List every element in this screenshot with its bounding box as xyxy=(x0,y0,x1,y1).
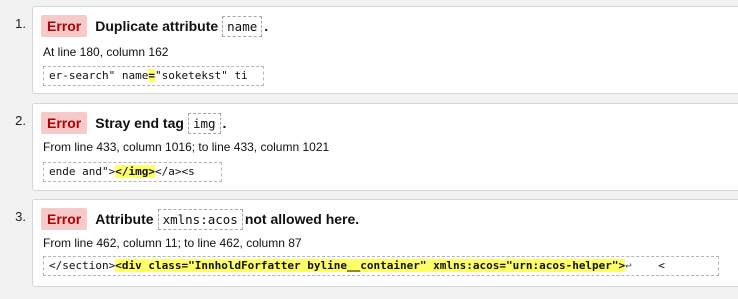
message-number: 2. xyxy=(15,113,26,128)
error-badge: Error xyxy=(41,15,88,37)
extract-highlight: = xyxy=(148,69,155,82)
tag-code: img xyxy=(187,112,221,134)
message-text: Stray end tag xyxy=(95,115,184,131)
extract-before: </section> xyxy=(49,259,116,272)
message-text: Attribute xyxy=(95,211,154,227)
extract-highlight: </img> xyxy=(115,165,155,178)
source-extract: ende and"></img></a><s xyxy=(43,162,222,182)
message-text-after: not allowed here. xyxy=(244,211,360,227)
validation-results-list: 1. Error Duplicate attribute name . At l… xyxy=(0,0,738,299)
extract-after: < xyxy=(631,259,665,272)
message-number: 3. xyxy=(15,209,26,224)
attribute-code: xmlns:acos xyxy=(157,208,243,230)
attribute-code: name xyxy=(222,15,263,37)
message-header: Error Stray end tag img . xyxy=(41,111,226,135)
message-location: At line 180, column 162 xyxy=(43,45,169,59)
message-location: From line 462, column 11; to line 462, c… xyxy=(43,236,302,250)
line-return-icon: ↩ xyxy=(625,259,632,272)
extract-after: "soketekst" ti xyxy=(154,69,248,82)
message-header: Error Duplicate attribute name . xyxy=(41,14,268,38)
error-message-card: Error Stray end tag img . From line 433,… xyxy=(32,103,738,191)
error-badge: Error xyxy=(41,112,88,134)
source-extract: </section><div class="InnholdForfatter b… xyxy=(43,256,719,276)
message-header: Error Attribute xmlns:acos not allowed h… xyxy=(41,207,359,231)
message-text-after: . xyxy=(222,115,227,131)
extract-highlight: <div class="InnholdForfatter byline__con… xyxy=(115,259,626,272)
extract-before: ende and"> xyxy=(49,165,116,178)
message-location: From line 433, column 1016; to line 433,… xyxy=(43,140,330,154)
extract-after: </a><s xyxy=(154,165,195,178)
error-badge: Error xyxy=(41,208,88,230)
extract-before: er-search" name xyxy=(49,69,149,82)
message-number: 1. xyxy=(15,16,26,31)
message-text: Duplicate attribute xyxy=(95,18,219,34)
message-text-after: . xyxy=(264,18,269,34)
source-extract: er-search" name="soketekst" ti xyxy=(43,66,264,86)
error-message-card: Error Duplicate attribute name . At line… xyxy=(32,6,738,94)
error-message-card: Error Attribute xmlns:acos not allowed h… xyxy=(32,199,738,287)
